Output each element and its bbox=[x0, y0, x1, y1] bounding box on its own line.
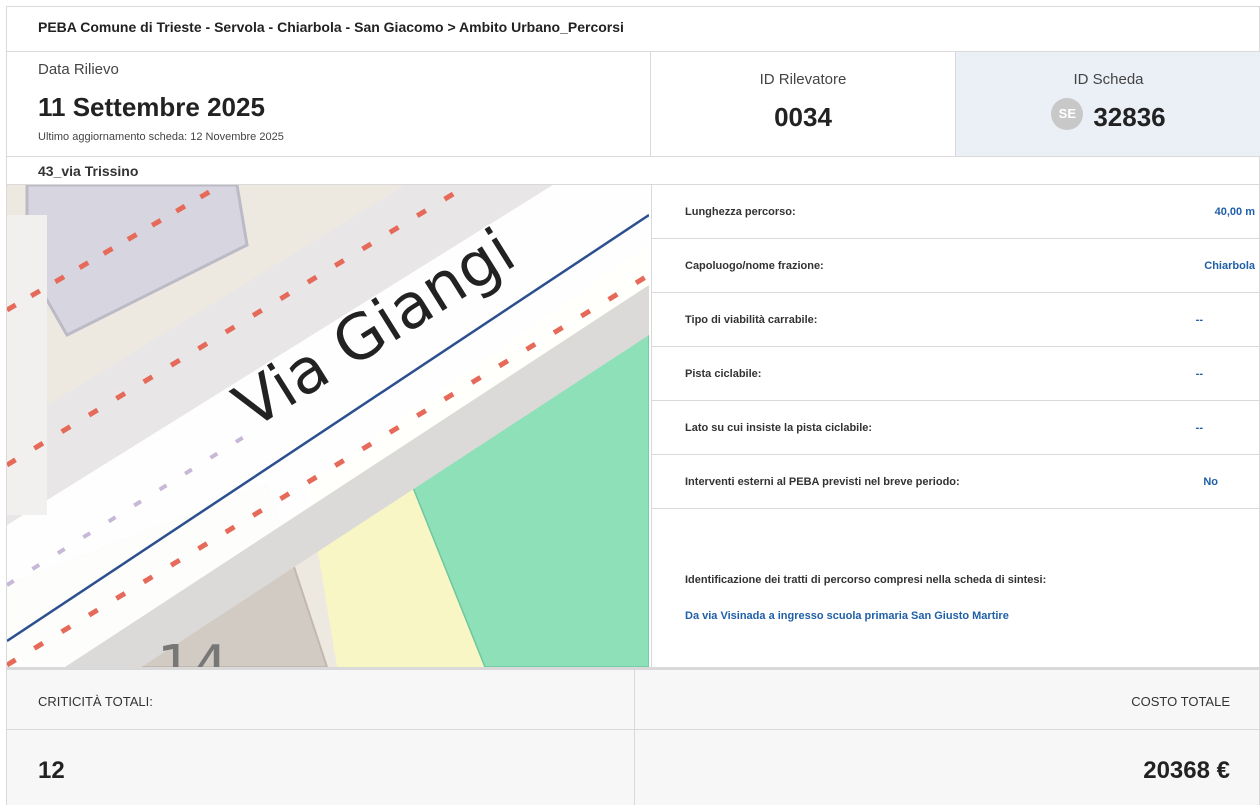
detail-value: -- bbox=[1195, 367, 1203, 380]
detail-value: -- bbox=[1195, 421, 1203, 434]
detail-label: Lato su cui insiste la pista ciclabile: bbox=[685, 421, 873, 434]
survey-date-label: Data Rilievo bbox=[38, 61, 119, 78]
info-row: Data Rilievo 11 Settembre 2025 Ultimo ag… bbox=[7, 52, 1260, 157]
route-map[interactable]: Via Giangi 14 bbox=[7, 185, 649, 667]
totals-row: CRITICITÀ TOTALI: 12 COSTO TOTALE 20368 … bbox=[7, 667, 1260, 805]
criticita-cell: CRITICITÀ TOTALI: 12 bbox=[7, 670, 635, 805]
map-side-street bbox=[7, 215, 47, 515]
detail-label: Tipo di viabilità carrabile: bbox=[685, 313, 818, 326]
detail-value: 40,00 m bbox=[1214, 205, 1255, 218]
survey-date-value: 11 Settembre 2025 bbox=[38, 92, 265, 122]
details-panel: Lunghezza percorso: 40,00 m Capoluogo/no… bbox=[651, 185, 1260, 667]
street-name: 43_via Trissino bbox=[7, 157, 1259, 185]
detail-row-lato-pista: Lato su cui insiste la pista ciclabile: … bbox=[652, 401, 1260, 455]
detail-label: Capoluogo/nome frazione: bbox=[685, 259, 824, 272]
sheet-id-line: SE 32836 bbox=[956, 97, 1260, 133]
breadcrumb-title: PEBA Comune di Trieste - Servola - Chiar… bbox=[7, 7, 1259, 52]
map-canvas: Via Giangi 14 bbox=[7, 185, 649, 667]
se-badge-icon: SE bbox=[1051, 97, 1084, 130]
detail-row-frazione: Capoluogo/nome frazione: Chiarbola bbox=[652, 239, 1260, 293]
costo-value: 20368 € bbox=[1143, 757, 1230, 784]
detail-row-length: Lunghezza percorso: 40,00 m bbox=[652, 185, 1260, 239]
costo-cell: COSTO TOTALE 20368 € bbox=[635, 670, 1260, 805]
scheda-card: PEBA Comune di Trieste - Servola - Chiar… bbox=[6, 6, 1260, 805]
segments-link[interactable]: Da via Visinada a ingresso scuola primar… bbox=[685, 610, 1009, 622]
detail-value: Chiarbola bbox=[1204, 259, 1255, 272]
sheet-id-label: ID Scheda bbox=[1073, 71, 1144, 88]
criticita-header: CRITICITÀ TOTALI: bbox=[7, 670, 634, 730]
surveyor-id: 0034 bbox=[774, 102, 832, 132]
sheet-id-cell: ID Scheda SE 32836 bbox=[956, 52, 1260, 156]
segments-label: Identificazione dei tratti di percorso c… bbox=[685, 574, 1047, 586]
detail-row-interventi: Interventi esterni al PEBA previsti nel … bbox=[652, 455, 1260, 509]
criticita-value: 12 bbox=[38, 757, 65, 784]
surveyor-label: ID Rilevatore bbox=[759, 71, 847, 88]
map-house-number: 14 bbox=[157, 634, 228, 667]
detail-label: Pista ciclabile: bbox=[685, 367, 762, 380]
detail-value: No bbox=[1203, 475, 1218, 488]
detail-label: Lunghezza percorso: bbox=[685, 205, 796, 218]
detail-value: -- bbox=[1195, 313, 1203, 326]
costo-label: COSTO TOTALE bbox=[1131, 694, 1230, 709]
criticita-label: CRITICITÀ TOTALI: bbox=[38, 694, 153, 709]
costo-header: COSTO TOTALE bbox=[635, 670, 1260, 730]
detail-label: Interventi esterni al PEBA previsti nel … bbox=[685, 475, 960, 488]
last-update-text: Ultimo aggiornamento scheda: 12 Novembre… bbox=[38, 131, 284, 143]
surveyor-cell: ID Rilevatore 0034 bbox=[651, 52, 956, 156]
detail-row-viabilita: Tipo di viabilità carrabile: -- bbox=[652, 293, 1260, 347]
survey-date-cell: Data Rilievo 11 Settembre 2025 Ultimo ag… bbox=[7, 52, 651, 156]
detail-row-pista: Pista ciclabile: -- bbox=[652, 347, 1260, 401]
detail-segments: Identificazione dei tratti di percorso c… bbox=[652, 536, 1260, 667]
sheet-id-value: 32836 bbox=[1093, 102, 1166, 132]
